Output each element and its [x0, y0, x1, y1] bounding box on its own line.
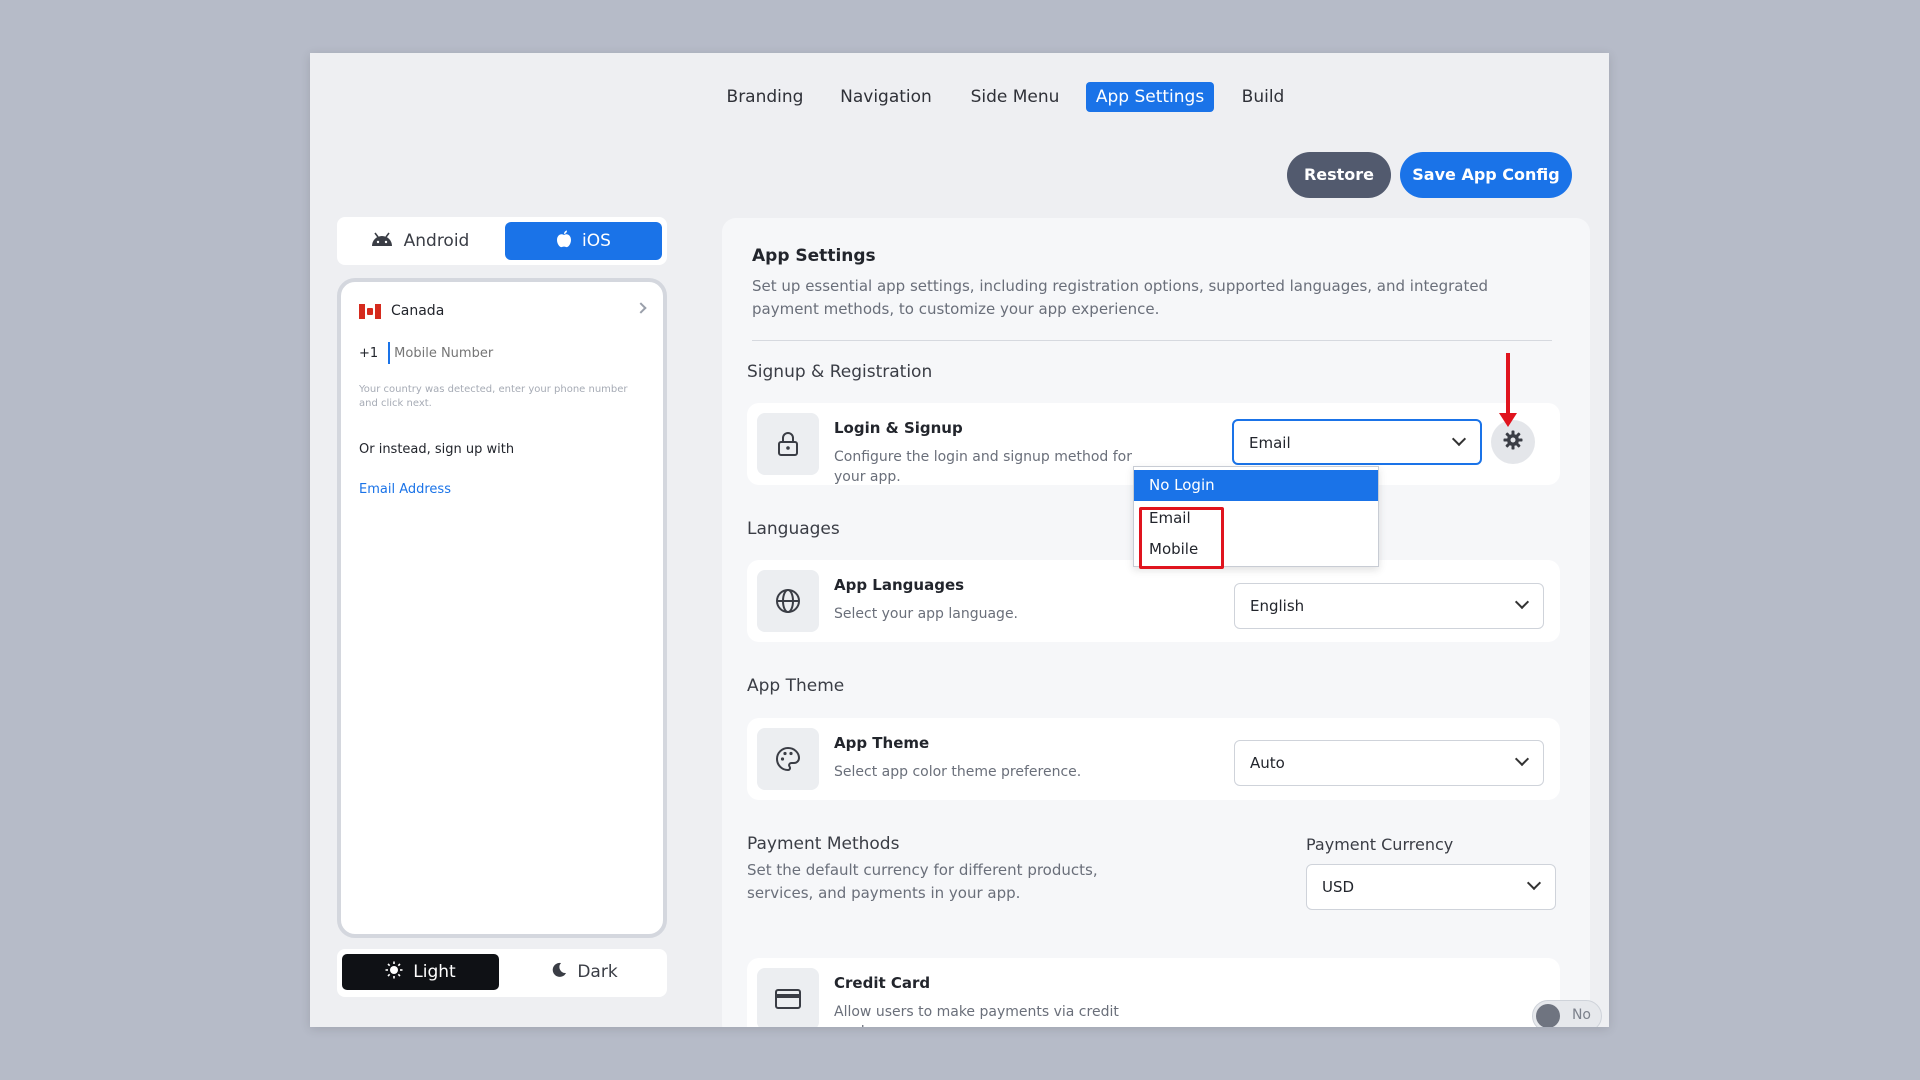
currency-select[interactable]: USD: [1306, 864, 1556, 910]
dial-code: +1: [359, 345, 379, 361]
alt-signup-text: Or instead, sign up with: [359, 442, 515, 457]
language-value: English: [1250, 597, 1305, 615]
credit-card-title: Credit Card: [834, 974, 931, 992]
chevron-down-icon: [1451, 431, 1467, 447]
mobile-number-input[interactable]: [388, 342, 619, 364]
credit-card-desc: Allow users to make payments via credit …: [834, 1004, 1119, 1027]
section-signup-title: Signup & Registration: [747, 362, 933, 382]
app-languages-title: App Languages: [834, 576, 965, 594]
chevron-down-icon: [1514, 594, 1530, 610]
payment-currency-label: Payment Currency: [1306, 835, 1454, 854]
restore-button[interactable]: Restore: [1287, 152, 1391, 198]
page-description: Set up essential app settings, including…: [752, 277, 1489, 318]
theme-toggle: Light Dark: [337, 949, 667, 997]
login-method-value: Email: [1249, 434, 1291, 452]
dark-label: Dark: [577, 962, 618, 982]
tab-branding[interactable]: Branding: [719, 82, 811, 112]
language-select[interactable]: English: [1234, 583, 1544, 629]
app-theme-desc: Select app color theme preference.: [834, 764, 1082, 780]
email-address-link[interactable]: Email Address: [359, 482, 451, 497]
canada-flag-icon: [359, 303, 381, 319]
country-selector[interactable]: Canada: [359, 296, 649, 326]
credit-card-toggle[interactable]: No: [1532, 1000, 1602, 1027]
divider: [752, 340, 1552, 341]
app-languages-desc: Select your app language.: [834, 606, 1019, 622]
login-signup-desc: Configure the login and signup method fo…: [834, 449, 1132, 485]
currency-value: USD: [1322, 878, 1355, 896]
tab-navigation[interactable]: Navigation: [833, 82, 939, 112]
chevron-right-icon: [635, 302, 647, 314]
android-tab[interactable]: Android: [342, 222, 497, 260]
android-icon: [370, 231, 394, 252]
phone-preview: Canada +1 Your country was detected, ent…: [337, 278, 667, 938]
gear-icon: [1503, 430, 1523, 454]
top-nav: Branding Navigation Side Menu App Settin…: [310, 82, 1609, 112]
section-payment-title: Payment Methods: [747, 834, 900, 854]
mobile-number-row: +1: [359, 340, 649, 366]
highlight-box-annotation: [1139, 507, 1224, 569]
tab-build[interactable]: Build: [1233, 82, 1293, 112]
app-theme-title: App Theme: [834, 734, 930, 752]
toggle-knob: [1536, 1004, 1560, 1027]
lock-icon: [757, 413, 819, 475]
light-label: Light: [413, 962, 456, 982]
sun-icon: [385, 961, 403, 984]
country-help-text: Your country was detected, enter your ph…: [359, 384, 628, 409]
palette-icon: [757, 728, 819, 790]
section-theme-title: App Theme: [747, 676, 845, 696]
os-toggle: Android iOS: [337, 217, 667, 265]
tab-app-settings[interactable]: App Settings: [1086, 82, 1214, 112]
dark-theme-button[interactable]: Dark: [507, 954, 662, 990]
section-languages-title: Languages: [747, 519, 840, 539]
credit-card-card: Credit Card Allow users to make payments…: [747, 958, 1602, 1027]
light-theme-button[interactable]: Light: [342, 954, 499, 990]
login-method-select[interactable]: Email: [1232, 419, 1482, 465]
country-name: Canada: [391, 303, 445, 319]
apple-icon: [556, 230, 572, 253]
red-arrow-annotation: [1499, 353, 1517, 427]
option-no-login[interactable]: No Login: [1134, 470, 1378, 501]
ios-label: iOS: [582, 231, 611, 251]
page-title: App Settings: [752, 246, 876, 266]
moon-icon: [551, 962, 567, 983]
chevron-down-icon: [1526, 875, 1542, 891]
app-window: Branding Navigation Side Menu App Settin…: [310, 53, 1609, 1027]
login-signup-title: Login & Signup: [834, 419, 963, 437]
chevron-down-icon: [1514, 751, 1530, 767]
theme-select[interactable]: Auto: [1234, 740, 1544, 786]
ios-tab[interactable]: iOS: [505, 222, 662, 260]
theme-value: Auto: [1250, 754, 1285, 772]
toggle-label: No: [1571, 1007, 1591, 1023]
save-app-config-button[interactable]: Save App Config: [1400, 152, 1572, 198]
globe-icon: [757, 570, 819, 632]
payment-description: Set the default currency for different p…: [747, 861, 1098, 902]
android-label: Android: [403, 231, 470, 251]
tab-side-menu[interactable]: Side Menu: [962, 82, 1068, 112]
credit-card-icon: [757, 968, 819, 1027]
